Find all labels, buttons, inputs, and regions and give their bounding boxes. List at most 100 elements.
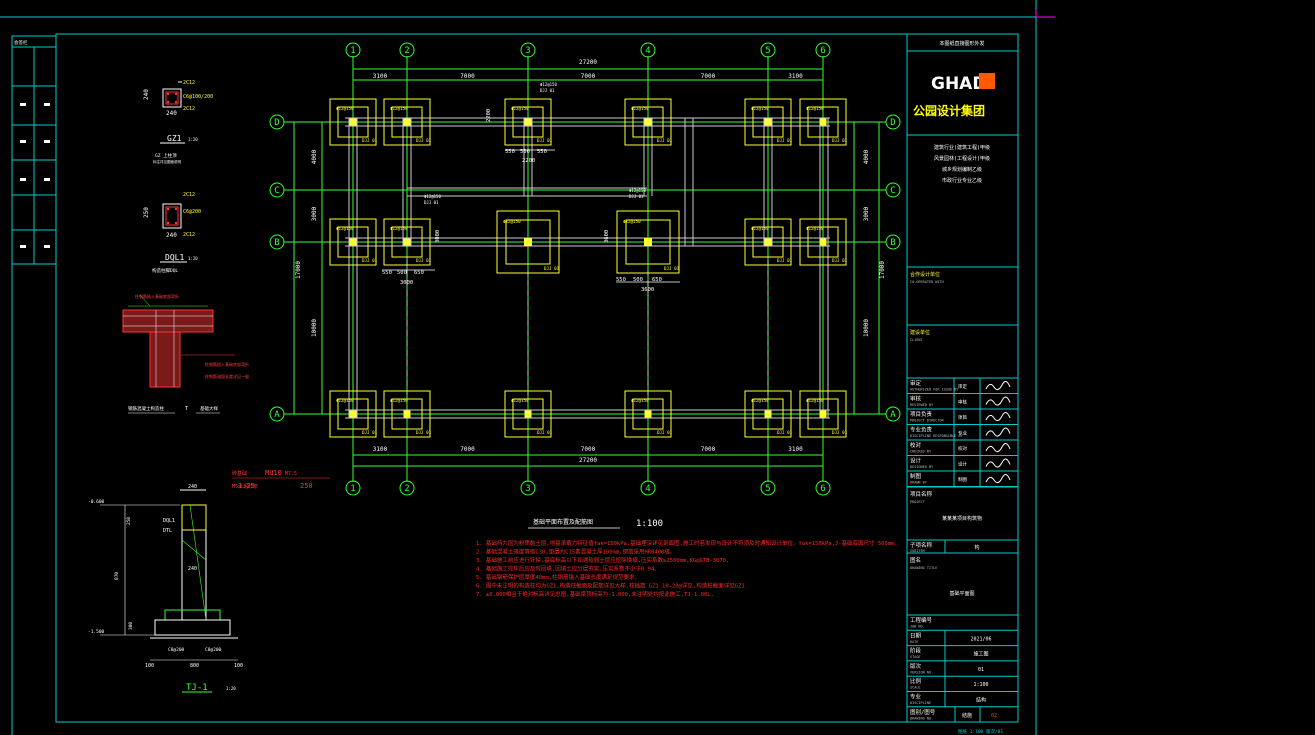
gz1-note: GZ 上柱顶 (155, 152, 177, 159)
note-line: 3. 基础施工前应进行钎探,基底标高以下如遇软弱土层应挖除换填,压实系数≥250… (476, 556, 729, 564)
axis-label: 2 (404, 46, 409, 56)
top-span-label: 3100 (373, 73, 388, 80)
tj-dim-240: 240 (188, 484, 197, 490)
footing-rebar-text: Φ12@150 (390, 106, 408, 111)
tj-red-25: 250 (300, 482, 313, 490)
footing-tag-text: DJJ 01 (537, 138, 553, 143)
footing-rebar-text: Φ12@150 (390, 398, 408, 403)
role-label: 设计 (910, 457, 922, 465)
drawing-name-value: 基础平面图 (949, 590, 974, 597)
footing-rebar-text: Φ12@150 (511, 398, 529, 403)
tag-2: DJJ 01 (540, 88, 555, 93)
footing-rebar-text: Φ12@150 (390, 226, 408, 231)
left-span-3: 10000 (311, 319, 318, 337)
role-label: 校对 (910, 441, 922, 449)
footing-rebar-text: Φ12@150 (631, 398, 649, 403)
role-label: 制图 (910, 472, 922, 480)
left-strip-title: 会签栏 (14, 39, 28, 46)
meta-value: 01 (978, 667, 984, 673)
bottom-span-label: 7000 (581, 446, 596, 453)
callout-3-a: 550 (616, 277, 626, 283)
left-span-2: 3000 (311, 206, 318, 221)
coop-label: 合作设计单位 (910, 271, 940, 278)
callout-2-vert: 3000 (435, 230, 441, 243)
right-span-3: 10000 (863, 319, 870, 337)
footing-rebar-text: Φ12@150 (751, 106, 769, 111)
callout-3-total: 3600 (641, 287, 654, 293)
footing-tag-text: DJJ 01 (777, 430, 793, 435)
tag-5: Φ12@150 (629, 188, 646, 193)
meta-label: 比例 (910, 677, 922, 685)
wall-note-top: 柱钢筋插入基础底部弯折 (135, 293, 179, 299)
cad-canvas: 会签栏 Φ12@150DJJ 01Φ12@150DJJ 01Φ12@150DJJ… (0, 0, 1315, 735)
bottom-span-label: 3100 (373, 446, 388, 453)
role-en: DESIGNED BY (910, 465, 934, 469)
tj-rebar: C8@200 (168, 647, 185, 653)
axis-label: 3 (525, 484, 530, 494)
axis-label: B (274, 238, 279, 248)
gz1-label: GZ1 (167, 134, 182, 143)
right-span-2: 3000 (863, 206, 870, 221)
wall-footer-left: 钢筋混凝土构造柱 (128, 405, 164, 412)
gz1-dim-w: 240 (166, 110, 177, 117)
overall-dim-top: 27200 (579, 59, 597, 66)
note-line: 5. 基础钢筋保护层厚度40mm,柱钢筋锚入基础长度满足规范要求。 (476, 573, 640, 581)
footing-tag-text: DJJ 01 (657, 430, 673, 435)
tb-footer: 图纸 1:100 版次/01 (958, 728, 1003, 735)
axis-label: 4 (645, 484, 650, 494)
callout-2-a: 550 (382, 270, 392, 276)
overall-dim-bottom: 27200 (579, 457, 597, 464)
role-label: 项目负责 (910, 410, 933, 418)
footing: Φ12@150 DJJ 01 (616, 210, 680, 274)
note-line: 1. 基础持力层为粉质黏土层,地基承载力特征值fak=150kPa,基础埋深详见… (476, 539, 900, 547)
tj-elev-bottom: -1.500 (88, 629, 105, 635)
subitem-value: 构 (974, 544, 979, 551)
dql-note: 构造柱脚DQL (152, 267, 178, 274)
project-value: 某某某项目构筑物 (942, 515, 982, 522)
callout-2-c: 650 (414, 270, 424, 276)
gz1-dim-h: 240 (143, 89, 150, 100)
qual-4: 市政行业专业乙级 (942, 177, 982, 184)
meta-value: 1:100 (973, 682, 988, 688)
role-label: 审定 (910, 379, 922, 387)
brand-name: 公园设计集团 (913, 103, 985, 118)
footing-tag-text: DJJ 01 (832, 258, 848, 263)
tj-red-scale: 1:25 (238, 482, 255, 490)
role-code: 审核 (958, 399, 967, 406)
logo-text: GHAD (931, 74, 986, 94)
footing-tag-text: DJJ 01 (416, 430, 432, 435)
role-code: 校对 (958, 445, 967, 452)
footing-tag-text: DJJ 01 (832, 430, 848, 435)
drawing-name-label: 图名 (910, 556, 921, 564)
axis-label: C (274, 186, 279, 196)
footing-tag-text: DJJ 01 (777, 138, 793, 143)
tj-scale: 1:20 (226, 686, 236, 691)
tj-side-2: 870 (114, 572, 120, 580)
callout-1-vert: 2200 (486, 109, 492, 122)
logo-box-icon (979, 73, 995, 89)
meta-label: 阶段 (910, 647, 922, 655)
right-span-1: 4000 (863, 149, 870, 164)
left-span-1: 4000 (311, 149, 318, 164)
role-en: AUTHORIZED FOR ISSUE BY (910, 388, 959, 392)
meta-label: 专业 (910, 693, 922, 701)
meta-value: 结构 (976, 697, 986, 704)
tj-elev-top: -0.600 (88, 499, 105, 505)
footing-tag-text: DJJ 01 (537, 430, 553, 435)
footing-rebar-text: Φ12@150 (503, 219, 521, 224)
footing-tag-text: DJJ 01 (664, 266, 680, 271)
tag-1: Φ12@150 (540, 82, 557, 87)
project-en: PROJECT (910, 500, 926, 504)
axis-label: 2 (404, 484, 409, 494)
meta-en: JOB NO. (910, 625, 925, 629)
role-code: 项目 (958, 415, 967, 421)
tj-side-1: 250 (126, 517, 132, 525)
footing-tag-text: DJJ 01 (362, 258, 378, 263)
note-line: 6. 图中未注明的构造柱均为GZ1,构造柱截面及配筋详见大样,柱插筋 GZ1 1… (476, 582, 745, 590)
axis-label: A (274, 410, 280, 420)
top-dimension-total: 27200 (579, 59, 597, 66)
axis-label: 6 (820, 484, 825, 494)
note-line: 4. 基础施工完毕后应及时回填,回填土应分层夯实,压实系数不小于0.94。 (476, 565, 660, 573)
footing-rebar-text: Φ12@150 (336, 226, 354, 231)
role-en: PROJECT DIRECTOR (910, 419, 945, 423)
